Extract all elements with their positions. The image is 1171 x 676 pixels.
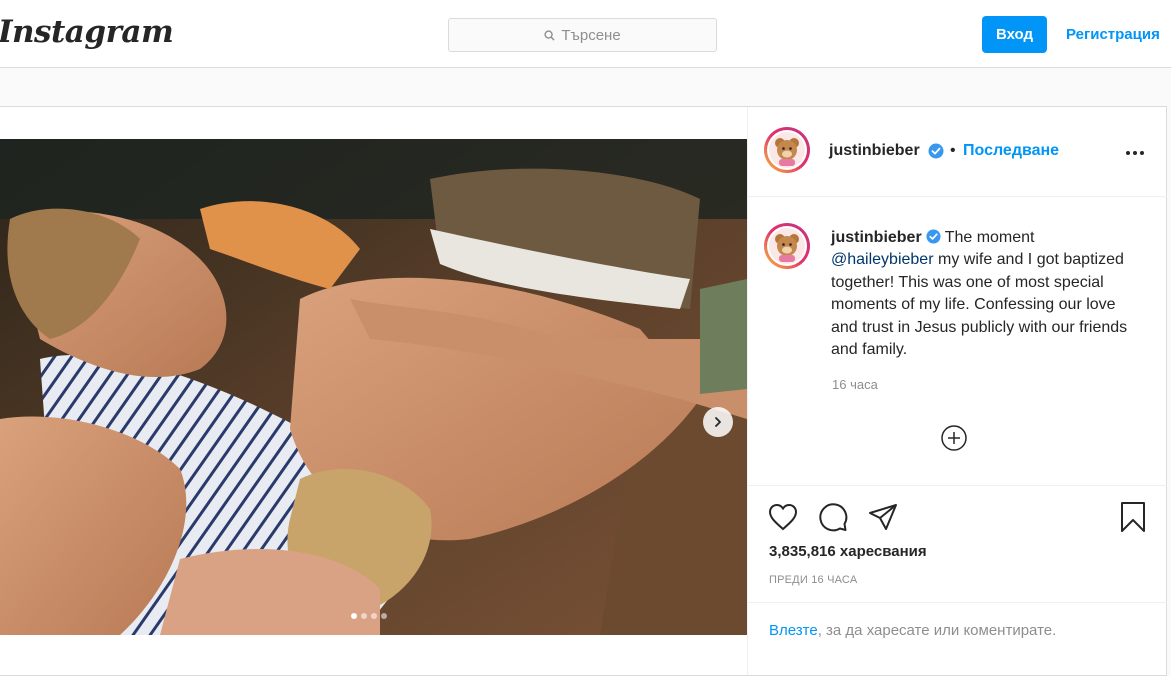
share-icon[interactable] [868, 503, 898, 531]
author-avatar[interactable] [764, 127, 810, 173]
carousel-dot [381, 613, 387, 619]
comment-icon[interactable] [818, 502, 848, 532]
login-link[interactable]: Влезте [769, 622, 818, 639]
more-options-icon[interactable] [1126, 151, 1144, 155]
instagram-logo[interactable]: Instagram [0, 14, 174, 50]
heart-icon[interactable] [768, 503, 798, 531]
search-input[interactable]: Търсене [448, 18, 717, 52]
caption-username[interactable]: justinbieber [831, 229, 922, 246]
carousel-next-button[interactable] [703, 407, 733, 437]
login-button[interactable]: Вход [982, 16, 1047, 53]
search-placeholder: Търсене [561, 26, 621, 44]
verified-badge-icon [926, 229, 941, 244]
caption-mention[interactable]: @haileybieber [831, 251, 934, 268]
carousel-dot [371, 613, 377, 619]
carousel-dot [361, 613, 367, 619]
post-header: justinbieber • Последване [748, 107, 1167, 197]
top-navigation-bar: Instagram Търсене Вход Регистрация [0, 0, 1171, 68]
verified-badge-icon [928, 143, 944, 159]
likes-count[interactable]: 3,835,816 харесвания [769, 543, 927, 560]
bear-icon [775, 138, 799, 166]
search-icon [544, 29, 555, 41]
bookmark-icon[interactable] [1120, 501, 1146, 533]
post-timestamp: ПРЕДИ 16 ЧАСА [769, 574, 858, 586]
carousel-dot-active [351, 613, 357, 619]
carousel-indicator [351, 613, 387, 619]
add-comment-icon[interactable] [941, 425, 967, 451]
post-sidebar: justinbieber • Последване justinbieber T… [747, 107, 1167, 675]
post-photo [0, 139, 747, 635]
login-prompt-text: , за да харесате или коментирате. [817, 622, 1057, 639]
follow-button[interactable]: Последване [963, 142, 1059, 160]
register-link[interactable]: Регистрация [1066, 26, 1160, 43]
author-username[interactable]: justinbieber [829, 142, 920, 160]
login-prompt: Влезте, за да харесате или коментирате. [748, 602, 1167, 660]
caption-timestamp: 16 часа [832, 377, 878, 392]
chevron-right-icon [715, 417, 721, 427]
caption-avatar[interactable] [764, 223, 810, 269]
post-caption: justinbieber The moment @haileybieber my… [831, 227, 1131, 361]
post-card: justinbieber • Последване justinbieber T… [0, 106, 1167, 676]
follow-separator: • [950, 142, 956, 159]
post-media[interactable] [0, 139, 747, 635]
post-actions: 3,835,816 харесвания ПРЕДИ 16 ЧАСА Влезт… [748, 485, 1167, 675]
bear-icon [775, 234, 799, 262]
caption-text-start: The moment [944, 229, 1035, 246]
